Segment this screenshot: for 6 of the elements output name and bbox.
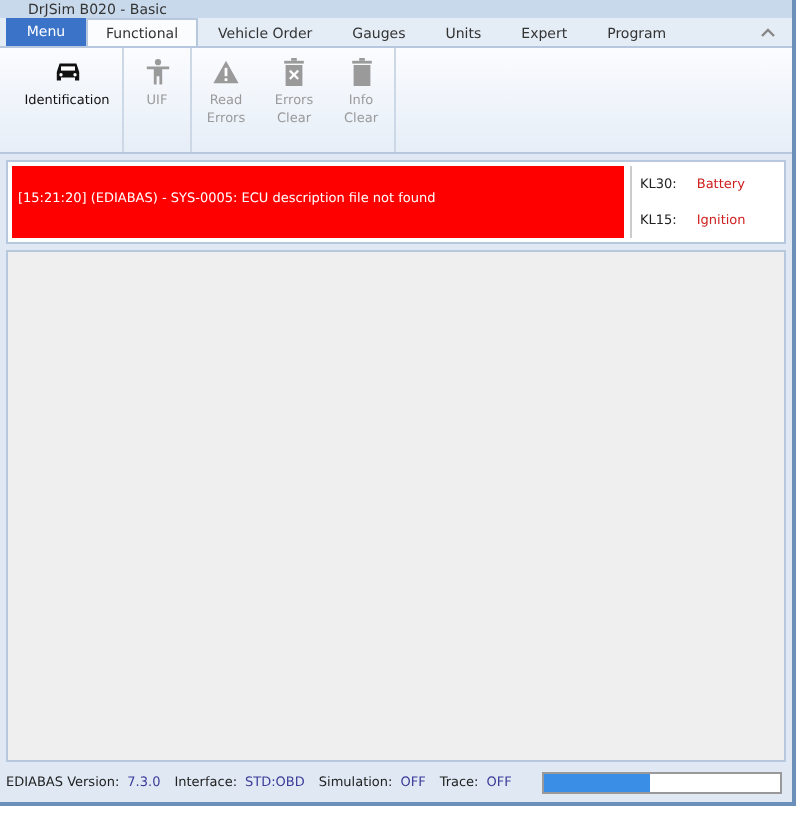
car-icon [53, 58, 81, 86]
collapse-icon[interactable] [760, 26, 776, 38]
person-icon [143, 58, 171, 86]
trash-icon [280, 58, 308, 86]
warning-icon [212, 58, 240, 86]
trash-icon [347, 58, 375, 86]
